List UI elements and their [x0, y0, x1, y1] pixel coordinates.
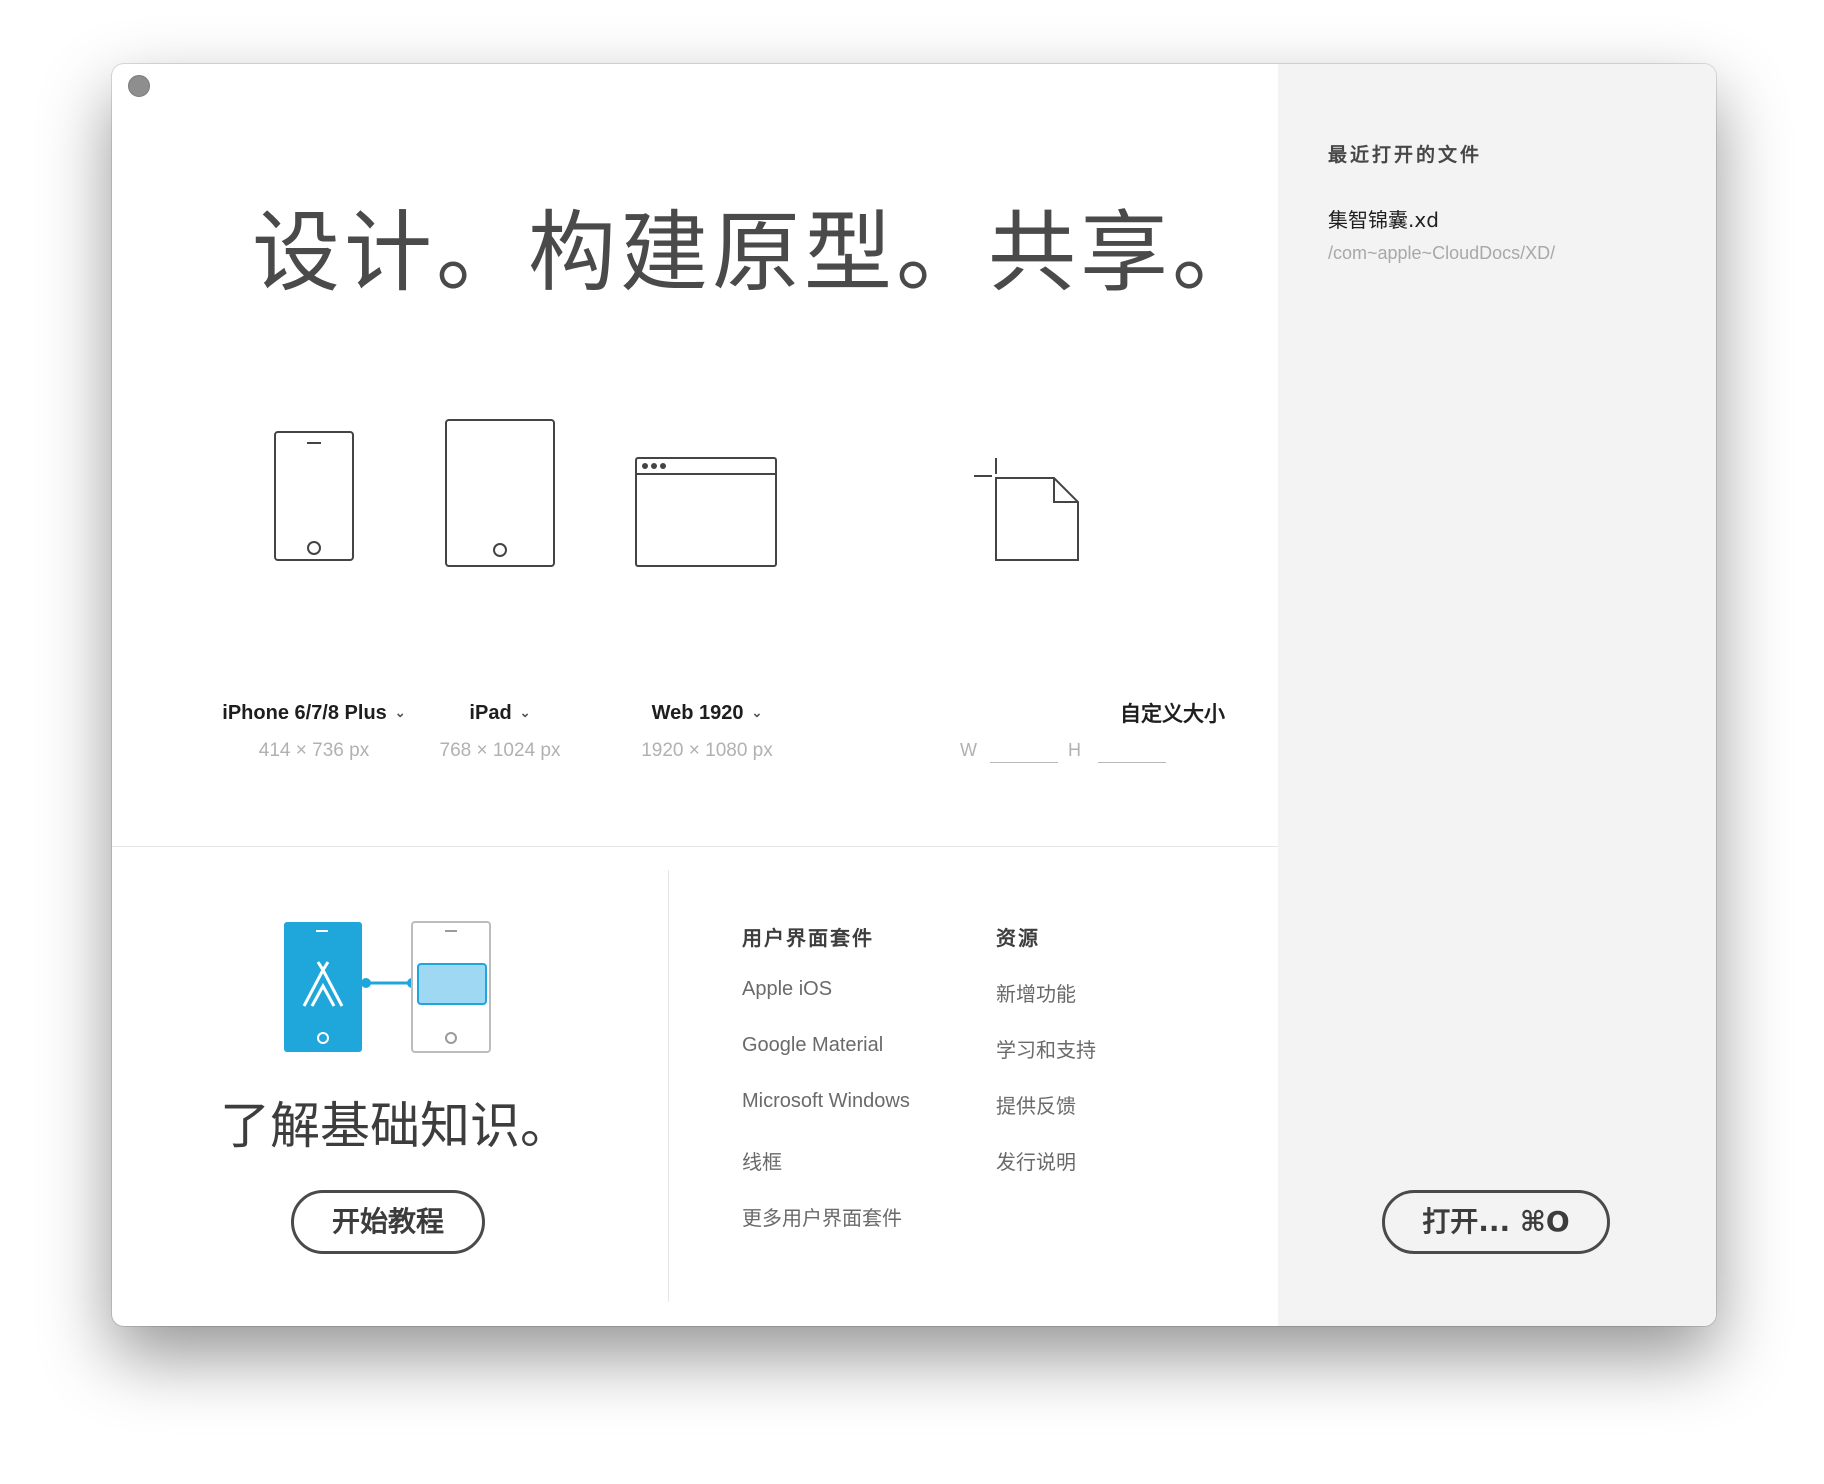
ui-kit-google-material-link[interactable]: Google Material [742, 1034, 883, 1057]
iphone-icon[interactable] [264, 424, 364, 594]
ui-kit-microsoft-windows-link[interactable]: Microsoft Windows [742, 1090, 910, 1113]
height-input[interactable] [1098, 736, 1166, 763]
recent-file-name: 集智锦囊.xd [1328, 208, 1439, 232]
width-input[interactable] [990, 736, 1058, 763]
learn-basics-title: 了解基础知识。 [220, 1097, 570, 1155]
open-file-button[interactable]: 打开... ⌘O [1382, 1190, 1610, 1254]
learn-support-link[interactable]: 学习和支持 [996, 1034, 1096, 1063]
custom-document-icon[interactable] [974, 454, 1094, 584]
preset-ipad-label[interactable]: iPad ⌄ [430, 702, 570, 725]
resources-title: 资源 [996, 926, 1040, 950]
custom-size-title: 自定义大小 [1120, 702, 1225, 726]
web-browser-icon[interactable] [632, 444, 782, 584]
headline: 设计。构建原型。共享。 [252, 201, 1265, 304]
preset-web-label[interactable]: Web 1920 ⌄ [632, 702, 782, 725]
whats-new-link[interactable]: 新增功能 [996, 978, 1076, 1007]
ui-kits-title: 用户界面套件 [742, 926, 874, 950]
tutorial-prototype-icon [284, 921, 491, 1053]
horizontal-divider [112, 846, 1278, 847]
preset-label-text: Web 1920 [651, 702, 744, 724]
recent-files-sidebar: 最近打开的文件 集智锦囊.xd /com~apple~CloudDocs/XD/… [1278, 64, 1716, 1326]
main-panel: 设计。构建原型。共享。 iPhone 6/7/8 Plus ⌄ 414 × 73… [112, 64, 1278, 1326]
preset-label-text: iPad [469, 702, 512, 724]
preset-ipad-size: 768 × 1024 px [439, 740, 561, 761]
more-ui-kits-link[interactable]: 更多用户界面套件 [742, 1202, 902, 1231]
recent-file-path: /com~apple~CloudDocs/XD/ [1328, 243, 1556, 263]
release-notes-link[interactable]: 发行说明 [996, 1146, 1076, 1175]
height-label: H [1068, 740, 1081, 760]
preset-web-size: 1920 × 1080 px [641, 740, 773, 761]
preset-iphone-size: 414 × 736 px [258, 740, 370, 761]
ui-kit-wireframe-link[interactable]: 线框 [742, 1146, 782, 1175]
start-screen-window: 设计。构建原型。共享。 iPhone 6/7/8 Plus ⌄ 414 × 73… [112, 64, 1716, 1326]
ipad-icon[interactable] [435, 404, 565, 604]
start-tutorial-button[interactable]: 开始教程 [291, 1190, 485, 1254]
recent-files-title: 最近打开的文件 [1328, 144, 1483, 166]
chevron-down-icon[interactable]: ⌄ [395, 705, 406, 721]
preset-iphone-label[interactable]: iPhone 6/7/8 Plus ⌄ [198, 702, 430, 725]
feedback-link[interactable]: 提供反馈 [996, 1090, 1076, 1119]
recent-file-item[interactable]: 集智锦囊.xd /com~apple~CloudDocs/XD/ [1328, 204, 1688, 264]
vertical-divider [668, 870, 669, 1302]
chevron-down-icon[interactable]: ⌄ [752, 705, 763, 721]
chevron-down-icon[interactable]: ⌄ [520, 705, 531, 721]
width-label: W [960, 740, 977, 760]
preset-label-text: iPhone 6/7/8 Plus [222, 702, 387, 724]
ui-kit-apple-ios-link[interactable]: Apple iOS [742, 978, 832, 1001]
